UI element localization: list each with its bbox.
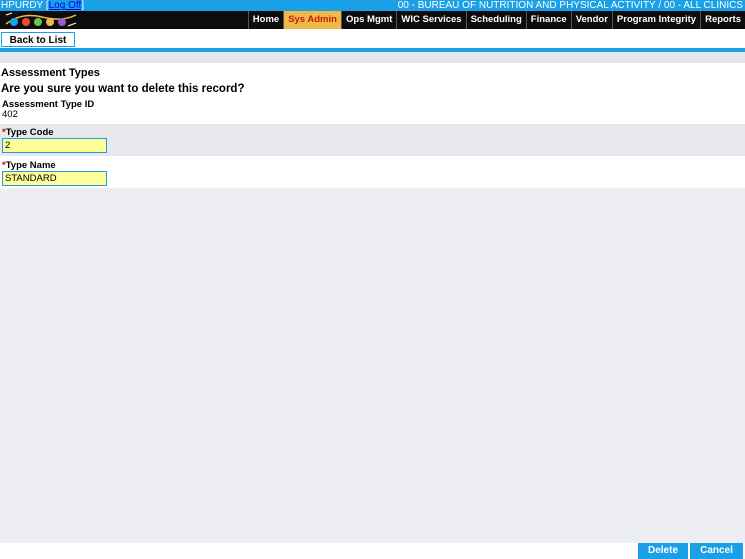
clinic-info: 00 - BUREAU OF NUTRITION AND PHYSICAL AC…	[397, 0, 743, 11]
type-name-input[interactable]	[2, 171, 107, 186]
type-code-label: *Type Code	[2, 127, 54, 138]
page-title: Assessment Types	[1, 67, 100, 79]
delete-confirmation-text: Are you sure you want to delete this rec…	[1, 83, 245, 95]
logoff-link[interactable]: Log Off	[49, 0, 82, 11]
type-name-row	[0, 156, 745, 188]
toolbar: Back to List	[0, 29, 745, 48]
nav-program-integrity[interactable]: Program Integrity	[611, 11, 700, 29]
top-status-bar: HPURDY [Log Off] 00 - BUREAU OF NUTRITIO…	[0, 0, 745, 11]
nav-wic-services[interactable]: WIC Services	[396, 11, 465, 29]
footer-bar	[0, 543, 745, 559]
nav-scheduling[interactable]: Scheduling	[465, 11, 526, 29]
nav-reports[interactable]: Reports	[700, 11, 745, 29]
type-name-label: *Type Name	[2, 160, 56, 171]
header-strip	[0, 52, 745, 63]
nav-sys-admin[interactable]: Sys Admin	[283, 11, 341, 29]
logo-graphic	[2, 11, 80, 29]
main-nav-bar: Home Sys Admin Ops Mgmt WIC Services Sch…	[0, 11, 745, 29]
assessment-type-id-value: 402	[2, 109, 18, 120]
type-code-input[interactable]	[2, 138, 107, 153]
nav-finance[interactable]: Finance	[525, 11, 571, 29]
type-code-label-text: Type Code	[5, 127, 54, 138]
main-nav: Home Sys Admin Ops Mgmt WIC Services Sch…	[247, 11, 745, 29]
type-code-row	[0, 124, 745, 156]
nav-ops-mgmt[interactable]: Ops Mgmt	[340, 11, 396, 29]
type-name-label-text: Type Name	[5, 160, 56, 171]
content-area	[0, 188, 745, 543]
user-info: HPURDY [Log Off]	[1, 0, 85, 11]
nav-vendor[interactable]: Vendor	[570, 11, 612, 29]
app-logo[interactable]	[2, 11, 80, 29]
delete-button[interactable]: Delete	[638, 543, 688, 559]
nav-home[interactable]: Home	[247, 11, 283, 29]
username: HPURDY	[1, 0, 44, 11]
cancel-button[interactable]: Cancel	[690, 543, 743, 559]
back-to-list-button[interactable]: Back to List	[1, 32, 75, 47]
